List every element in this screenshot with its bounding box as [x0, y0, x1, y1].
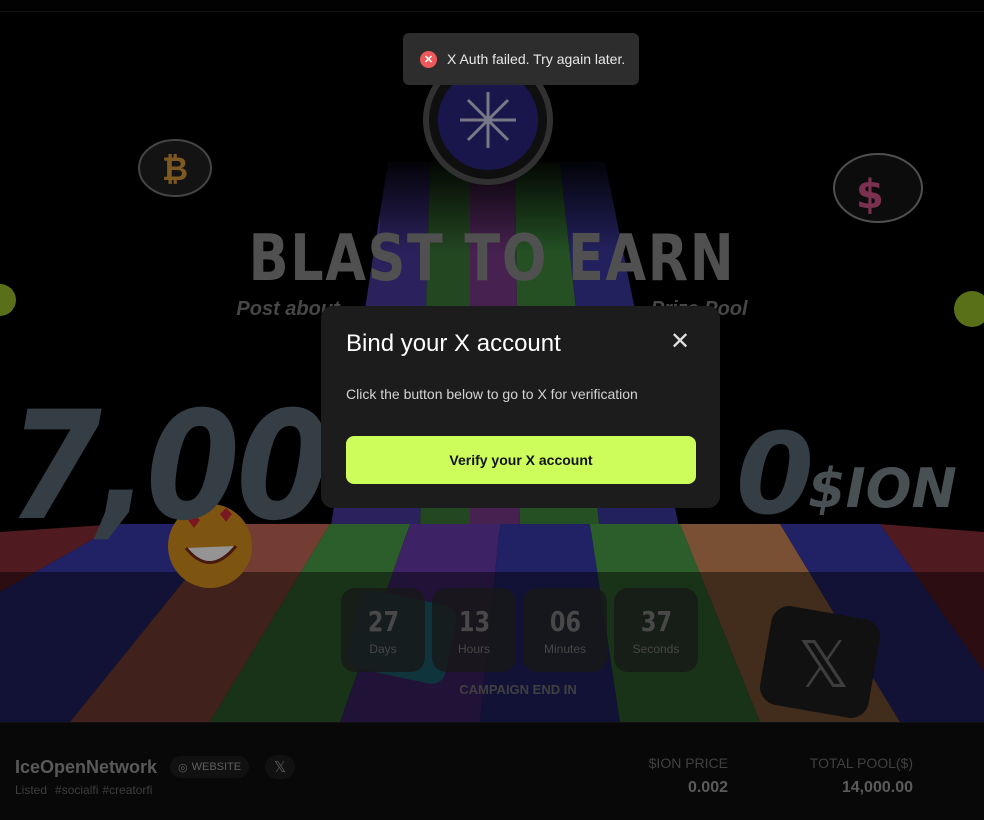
close-icon[interactable]: ✕ [669, 330, 691, 354]
bind-x-account-modal: Bind your X account ✕ Click the button b… [321, 306, 720, 508]
campaign-page: ₿ $ 𝕏 BLAST TO EARN Post about Prize Poo… [0, 0, 984, 820]
toast-message: X Auth failed. Try again later. [447, 51, 626, 67]
modal-title: Bind your X account [346, 330, 561, 357]
verify-x-account-button[interactable]: Verify your X account [346, 436, 696, 484]
modal-description: Click the button below to go to X for ve… [346, 386, 638, 402]
error-toast: ✕ X Auth failed. Try again later. [403, 33, 639, 85]
error-circle-icon: ✕ [420, 50, 437, 68]
